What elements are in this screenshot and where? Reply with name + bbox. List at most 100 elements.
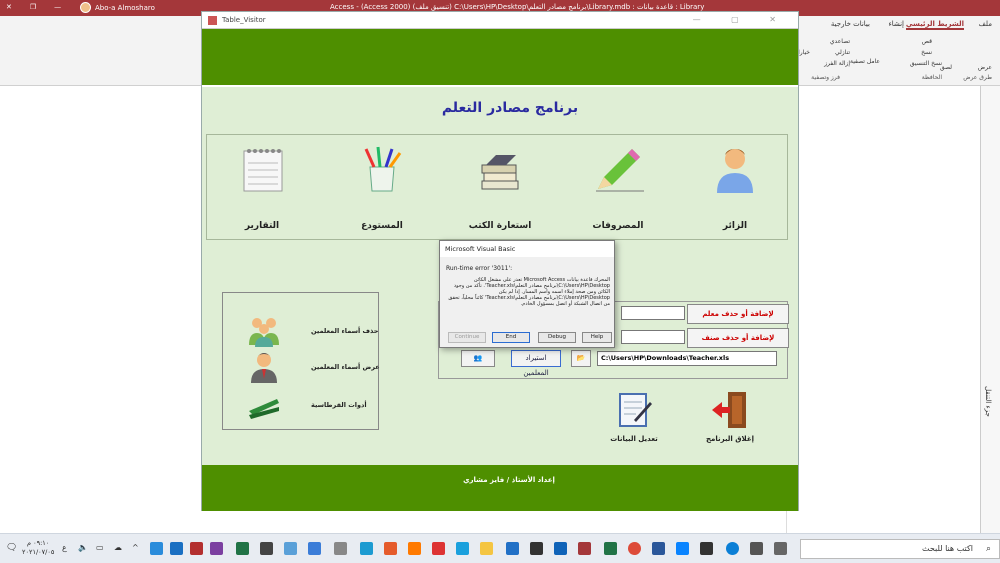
side-label: أدوات القرطاسية [311,401,367,409]
tab-create[interactable]: إنشاء [888,20,904,28]
volume-icon[interactable]: 🔈 [78,543,88,552]
app-icon[interactable] [260,542,273,555]
file-explorer-icon[interactable] [480,542,493,555]
end-button[interactable]: End [492,332,530,343]
file-path-field[interactable]: C:\Users\HP\Downloads\Teacher.xls [597,351,777,366]
tray-chevron-icon[interactable]: ^ [132,543,139,552]
menu-item-visitor[interactable]: الزائر [700,139,770,237]
view-button[interactable]: عرض [978,64,992,71]
chrome-icon[interactable] [628,542,641,555]
form-titlebar: Table_Visitor — ▢ ✕ [202,12,798,29]
minimize-icon[interactable]: — [54,3,61,11]
format-painter-button[interactable]: نسخ التنسيق [910,60,942,67]
app-icon[interactable] [150,542,163,555]
access-icon[interactable] [578,542,591,555]
menu-item-warehouse[interactable]: المستودع [347,139,417,237]
app-icon[interactable] [432,542,445,555]
app-icon[interactable] [334,542,347,555]
show-teachers-button[interactable]: عرض أسماء المعلمين [223,351,380,385]
close-program-button[interactable]: إغلاق البرنامج [690,390,770,450]
user-account[interactable]: Abo-a Almosharo [80,2,155,13]
import-teachers-button[interactable]: استيراد المعلمين [511,350,561,377]
tab-file[interactable]: ملف [979,20,992,28]
stapler-icon [249,399,279,419]
copy-button[interactable]: نسخ [921,49,932,56]
app-icon[interactable] [210,542,223,555]
side-label: عرض أسماء المعلمين [311,363,380,371]
excel-icon[interactable] [604,542,617,555]
task-view-icon[interactable] [750,542,763,555]
group-views-label: طرق عرض [963,74,992,81]
cut-button[interactable]: قص [922,38,932,45]
avatar [80,2,91,13]
menu-label: استعارة الكتب [468,221,532,231]
teachers-panel: حذف أسماء المعلمين عرض أسماء المعلمين أد… [222,292,380,430]
menu-item-reports[interactable]: التقارير [227,139,297,237]
dropbox-icon[interactable] [676,542,689,555]
dialog-title: Microsoft Visual Basic [440,241,614,257]
app-icon[interactable] [308,542,321,555]
delete-teachers-button[interactable]: حذف أسماء المعلمين [223,315,378,349]
network-icon[interactable]: ▭ [96,543,104,552]
app-icon[interactable] [360,542,373,555]
form-title: Table_Visitor [222,16,266,24]
teachers-group-button[interactable]: 👥 [461,350,495,367]
group-icon [249,318,279,347]
remove-sort-button[interactable]: إزالة الفرز [824,60,850,67]
app-icon[interactable] [456,542,469,555]
search-placeholder: اكتب هنا للبحث [922,544,973,553]
app-icon[interactable] [284,542,297,555]
footer-credit: إعداد الأستاذ / فايز مشاري [463,476,555,484]
app-icon[interactable] [190,542,203,555]
visitor-icon [717,149,753,193]
group-sort-filter-label: فرز وتصفية [811,74,840,81]
edit-document-icon [619,393,652,427]
help-button[interactable]: Help [582,332,612,343]
edge-icon[interactable] [726,542,739,555]
menu-item-borrow-books[interactable]: استعارة الكتب [465,139,535,237]
ascending-button[interactable]: تصاعدي [830,38,850,45]
cloud-icon[interactable]: ☁ [114,543,122,552]
add-class-button[interactable]: لإضافة أو حذف صنف [687,328,789,348]
search-box[interactable]: اكتب هنا للبحث ⌕ [800,539,1000,559]
menu-item-expenses[interactable]: المصروفات [583,139,653,237]
app-icon[interactable] [170,542,183,555]
filter-button[interactable]: عامل تصفية [850,58,880,65]
dialog-message: المحرك قاعدة بيانات Microsoft Access تعذ… [448,277,610,307]
word-icon[interactable] [652,542,665,555]
teacher-field[interactable] [621,306,685,320]
mail-icon[interactable] [506,542,519,555]
stationery-button[interactable]: أدوات القرطاسية [223,389,378,423]
tab-external-data[interactable]: بيانات خارجية [831,20,870,28]
user-name: Abo-a Almosharo [95,3,155,12]
descending-button[interactable]: تنازلي [835,49,850,56]
navigation-pane[interactable]: جزء التنقل [980,86,1000,533]
app-icon[interactable] [384,542,397,555]
tab-home[interactable]: الشريط الرئيسي [905,20,964,30]
language-indicator[interactable]: ع [62,543,67,552]
exit-door-icon [712,392,746,428]
browse-folder-button[interactable]: 📂 [571,350,591,367]
error-dialog: Microsoft Visual Basic Run-time error '3… [439,240,615,348]
app-icon[interactable] [530,542,543,555]
debug-button[interactable]: Debug [538,332,576,343]
store-icon[interactable] [700,542,713,555]
edit-data-button[interactable]: تعديل البيانات [594,390,674,450]
notification-icon[interactable]: 🗨 [6,543,17,553]
form-window-controls[interactable]: — ▢ ✕ [693,15,790,24]
firefox-icon[interactable] [408,542,421,555]
add-teacher-button[interactable]: لإضافة أو حذف معلم [687,304,789,324]
clock[interactable]: ٠٩:١٠ م ٢٠٢١/٠٧/٠٥ [22,539,54,557]
close-icon[interactable]: ✕ [6,3,12,11]
books-icon [481,155,519,190]
excel-icon[interactable] [236,542,249,555]
app-icon[interactable] [774,542,787,555]
edit-data-label: تعديل البيانات [610,435,658,443]
menu-label: المصروفات [592,221,644,231]
class-field[interactable] [621,330,685,344]
outlook-icon[interactable] [554,542,567,555]
notepad-icon [243,149,283,192]
pencil-icon [596,149,644,192]
restore-icon[interactable]: ❐ [30,3,36,11]
continue-button[interactable]: Continue [448,332,486,343]
